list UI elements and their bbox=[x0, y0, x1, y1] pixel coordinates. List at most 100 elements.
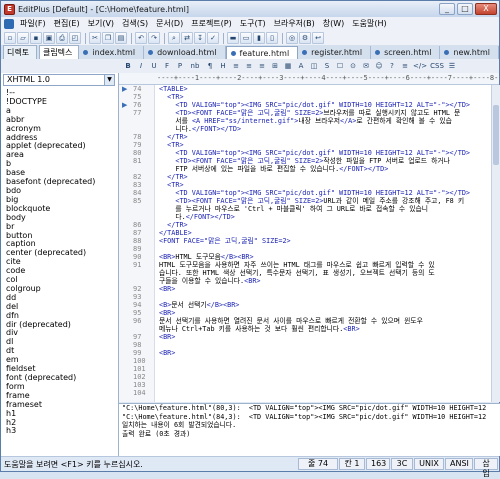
doc-tab[interactable]: register.html bbox=[298, 46, 372, 59]
go-to-icon[interactable]: ↧ bbox=[194, 32, 206, 44]
doc-tab[interactable]: screen.html bbox=[371, 46, 441, 59]
html-toolbar-button[interactable]: P bbox=[174, 60, 186, 72]
minimize-button[interactable]: _ bbox=[439, 3, 455, 15]
tag-list-item[interactable]: h1 bbox=[3, 409, 115, 419]
spell-icon[interactable]: ✓ bbox=[207, 32, 219, 44]
html-toolbar-button[interactable]: ¶ bbox=[204, 60, 216, 72]
cut-icon[interactable]: ✂ bbox=[89, 32, 101, 44]
tag-list-item[interactable]: dd bbox=[3, 293, 115, 303]
html-toolbar-button[interactable]: </> bbox=[412, 60, 428, 72]
menu-item-3[interactable]: 검색(S) bbox=[118, 18, 152, 30]
menu-item-9[interactable]: 도움말(H) bbox=[348, 18, 390, 30]
menu-item-6[interactable]: 도구(T) bbox=[236, 18, 270, 30]
menu-item-4[interactable]: 문서(D) bbox=[152, 18, 187, 30]
code-editor[interactable]: 74 75 76 77 78 79 80 81 82 83 84 85 86 87 88 89 90 91 92 93… bbox=[119, 85, 491, 402]
html-toolbar-button[interactable]: ☰ bbox=[446, 60, 458, 72]
html-toolbar-button[interactable]: F bbox=[161, 60, 173, 72]
tag-list-item[interactable]: area bbox=[3, 150, 115, 160]
preview-icon[interactable]: ◰ bbox=[69, 32, 81, 44]
html-toolbar-button[interactable]: ☐ bbox=[334, 60, 346, 72]
html-toolbar-button[interactable]: I bbox=[135, 60, 147, 72]
menu-item-5[interactable]: 프로젝트(P) bbox=[187, 18, 236, 30]
new-file-icon[interactable]: ▫ bbox=[4, 32, 16, 44]
tag-list-item[interactable]: colgroup bbox=[3, 284, 115, 294]
document-icon[interactable] bbox=[4, 19, 14, 29]
browser-icon[interactable]: ◎ bbox=[286, 32, 298, 44]
output-line[interactable]: "C:\Home\feature.html"(80,3): <TD VALIGN… bbox=[119, 404, 500, 413]
options-icon[interactable]: ⚙ bbox=[299, 32, 311, 44]
html-toolbar-button[interactable]: ▦ bbox=[282, 60, 294, 72]
tag-list-item[interactable]: !DOCTYPE bbox=[3, 97, 115, 107]
save-icon[interactable]: ▪ bbox=[30, 32, 42, 44]
output-line[interactable]: 일치하는 내용이 6회 발견되었습니다. bbox=[119, 421, 500, 430]
doc-tab[interactable]: download.html bbox=[144, 46, 226, 59]
toggle-b-icon[interactable]: ▭ bbox=[240, 32, 252, 44]
html-toolbar-button[interactable]: U bbox=[148, 60, 160, 72]
html-toolbar-button[interactable]: S bbox=[321, 60, 333, 72]
output-window[interactable]: "C:\Home\feature.html"(80,3): <TD VALIGN… bbox=[119, 403, 500, 456]
menu-item-2[interactable]: 보기(V) bbox=[84, 18, 118, 30]
undo-icon[interactable]: ↶ bbox=[135, 32, 147, 44]
html-toolbar-button[interactable]: ≡ bbox=[399, 60, 411, 72]
tag-list-item[interactable]: bdo bbox=[3, 186, 115, 196]
toggle-a-icon[interactable]: ▬ bbox=[227, 32, 239, 44]
bookmark-arrow-icon[interactable]: ▶ bbox=[122, 85, 132, 93]
toggle-d-icon[interactable]: ▯ bbox=[266, 32, 278, 44]
open-icon[interactable]: ▱ bbox=[17, 32, 29, 44]
cliptext-library-select[interactable]: XHTML 1.0 ▼ bbox=[3, 74, 115, 86]
chevron-down-icon[interactable]: ▼ bbox=[104, 75, 114, 85]
tag-list-item[interactable]: body bbox=[3, 213, 115, 223]
tag-list-item[interactable]: h3 bbox=[3, 427, 115, 436]
html-toolbar-button[interactable]: nb bbox=[187, 60, 203, 72]
save-all-icon[interactable]: ▣ bbox=[43, 32, 55, 44]
find-icon[interactable]: ⌕ bbox=[168, 32, 180, 44]
menu-item-8[interactable]: 창(W) bbox=[319, 18, 349, 30]
output-line[interactable]: 출력 완료 (0초 경과) bbox=[119, 430, 500, 439]
menu-item-0[interactable]: 파일(F) bbox=[16, 18, 50, 30]
html-toolbar-button[interactable]: ≡ bbox=[243, 60, 255, 72]
tag-list-item[interactable]: del bbox=[3, 302, 115, 312]
html-toolbar-button[interactable]: A bbox=[295, 60, 307, 72]
paste-icon[interactable]: ▤ bbox=[115, 32, 127, 44]
doc-tab[interactable]: feature.html bbox=[225, 46, 299, 59]
html-toolbar-button[interactable]: ? bbox=[386, 60, 398, 72]
editor-vertical-scrollbar[interactable] bbox=[491, 85, 500, 402]
redo-icon[interactable]: ↷ bbox=[148, 32, 160, 44]
output-line[interactable]: "C:\Home\feature.html"(84,3): <TD VALIGN… bbox=[119, 413, 500, 422]
tag-list-item[interactable]: frameset bbox=[3, 400, 115, 410]
code-content[interactable]: <TABLE> <TR> <TD VALIGN="top"><IMG SRC="… bbox=[159, 85, 489, 397]
scrollbar-thumb[interactable] bbox=[493, 105, 499, 165]
word-wrap-icon[interactable]: ↩ bbox=[312, 32, 324, 44]
html-toolbar-button[interactable]: ◫ bbox=[308, 60, 320, 72]
toggle-c-icon[interactable]: ▮ bbox=[253, 32, 265, 44]
tab-directory[interactable]: 디렉토리 bbox=[3, 45, 37, 70]
html-toolbar-button[interactable]: ≡ bbox=[256, 60, 268, 72]
copy-icon[interactable]: ❐ bbox=[102, 32, 114, 44]
maximize-button[interactable]: □ bbox=[457, 3, 473, 15]
html-toolbar-button[interactable]: ⊞ bbox=[269, 60, 281, 72]
doc-tab[interactable]: new.html bbox=[440, 46, 499, 59]
html-toolbar-button[interactable]: ≡ bbox=[230, 60, 242, 72]
close-button[interactable]: X bbox=[475, 3, 497, 15]
html-toolbar-button[interactable]: CSS bbox=[429, 60, 445, 72]
bookmark-arrow-icon[interactable]: ▶ bbox=[122, 101, 132, 109]
tag-list-item[interactable]: dir (deprecated) bbox=[3, 320, 115, 330]
tag-list-item[interactable]: dt bbox=[3, 346, 115, 356]
print-icon[interactable]: ⎙ bbox=[56, 32, 68, 44]
tag-list-item[interactable]: h2 bbox=[3, 418, 115, 428]
html-toolbar-button[interactable]: ✉ bbox=[360, 60, 372, 72]
html-toolbar-button[interactable]: ⊙ bbox=[347, 60, 359, 72]
tag-list-item[interactable]: code bbox=[3, 266, 115, 276]
menu-item-1[interactable]: 편집(E) bbox=[50, 18, 84, 30]
doc-tab[interactable]: index.html bbox=[79, 46, 145, 59]
tag-list-item[interactable]: dl bbox=[3, 337, 115, 347]
line-number: 104 bbox=[133, 389, 146, 397]
tab-cliptext[interactable]: 클립텍스트 bbox=[38, 45, 80, 70]
replace-icon[interactable]: ⇄ bbox=[181, 32, 193, 44]
html-toolbar-button[interactable]: ☺ bbox=[373, 60, 385, 72]
menu-item-7[interactable]: 브라우저(B) bbox=[270, 18, 319, 30]
html-toolbar-button[interactable]: H bbox=[217, 60, 229, 72]
html-toolbar-button[interactable]: B bbox=[122, 60, 134, 72]
tag-list-item[interactable]: div bbox=[3, 329, 115, 338]
